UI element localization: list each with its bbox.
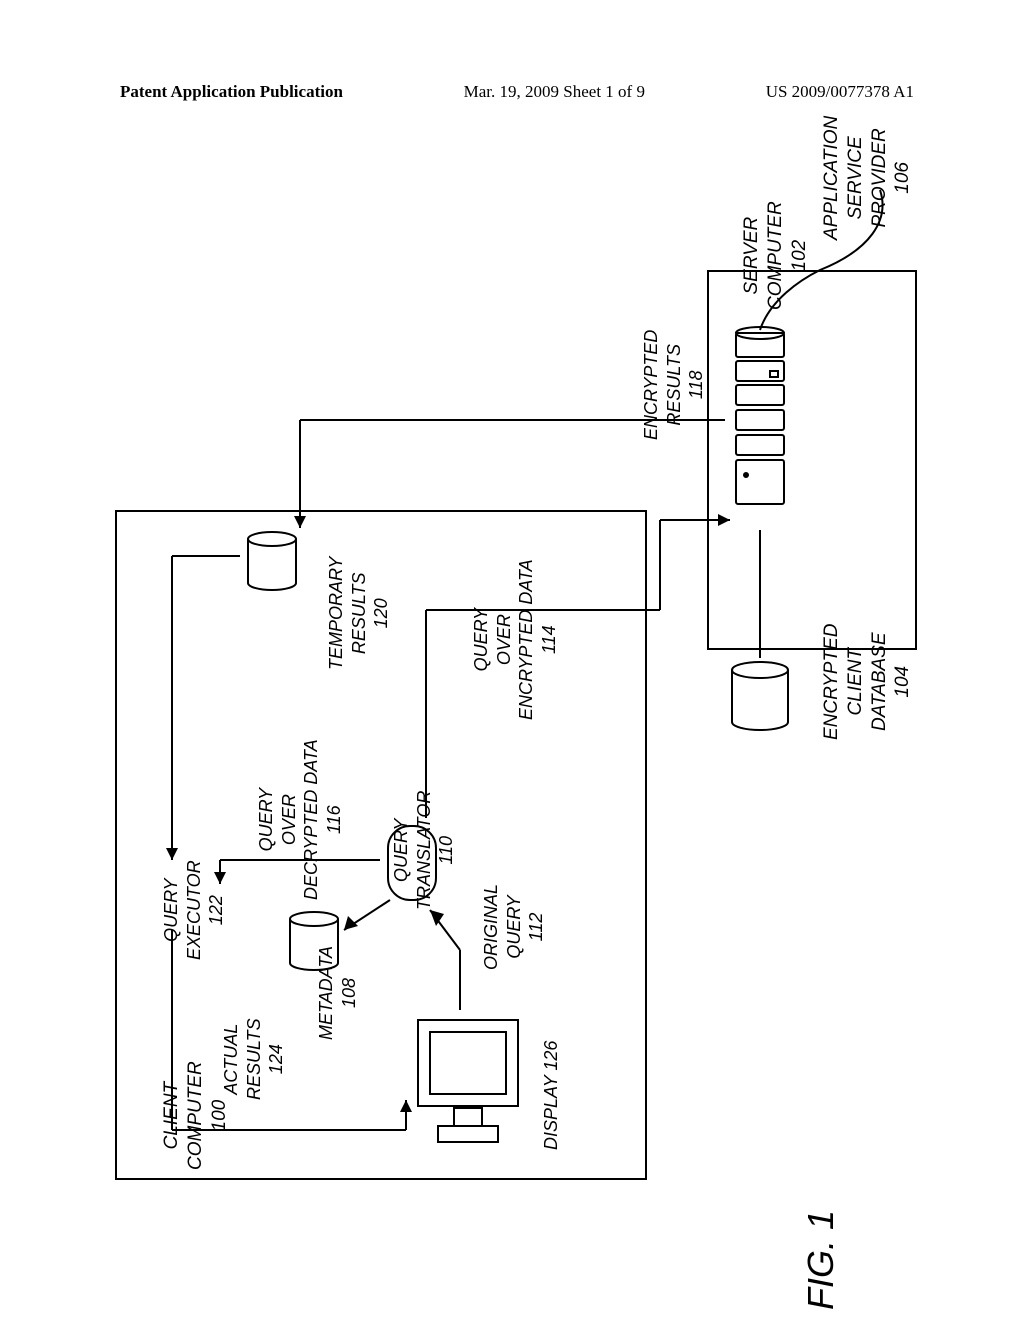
server-computer-label: SERVERCOMPUTER102 xyxy=(740,201,811,310)
figure-1: CLIENTCOMPUTER100 SERVERCOMPUTER102 APPL… xyxy=(100,140,930,1200)
query-over-decrypted-label: QUERYOVERDECRYPTED DATA116 xyxy=(255,739,345,900)
actual-results-label: ACTUALRESULTS124 xyxy=(220,1018,288,1100)
asp-label: APPLICATIONSERVICEPROVIDER106 xyxy=(820,116,915,240)
encrypted-db-label: ENCRYPTEDCLIENTDATABASE104 xyxy=(820,624,915,740)
figure-caption: FIG. 1 xyxy=(800,1210,842,1310)
query-over-encrypted-label: QUERYOVERENCRYPTED DATA114 xyxy=(470,559,560,720)
temporary-results-label: TEMPORARYRESULTS120 xyxy=(325,557,393,670)
metadata-label: METADATA108 xyxy=(315,946,360,1040)
query-translator-label: QUERYTRANSLATOR110 xyxy=(390,791,458,910)
display-label: DISPLAY 126 xyxy=(540,1041,563,1150)
header-middle: Mar. 19, 2009 Sheet 1 of 9 xyxy=(464,82,645,102)
query-executor-label: QUERYEXECUTOR122 xyxy=(160,860,228,960)
header-right: US 2009/0077378 A1 xyxy=(766,82,914,102)
header-left: Patent Application Publication xyxy=(120,82,343,102)
original-query-label: ORIGINALQUERY112 xyxy=(480,884,548,970)
encrypted-results-label: ENCRYPTEDRESULTS118 xyxy=(640,330,708,440)
